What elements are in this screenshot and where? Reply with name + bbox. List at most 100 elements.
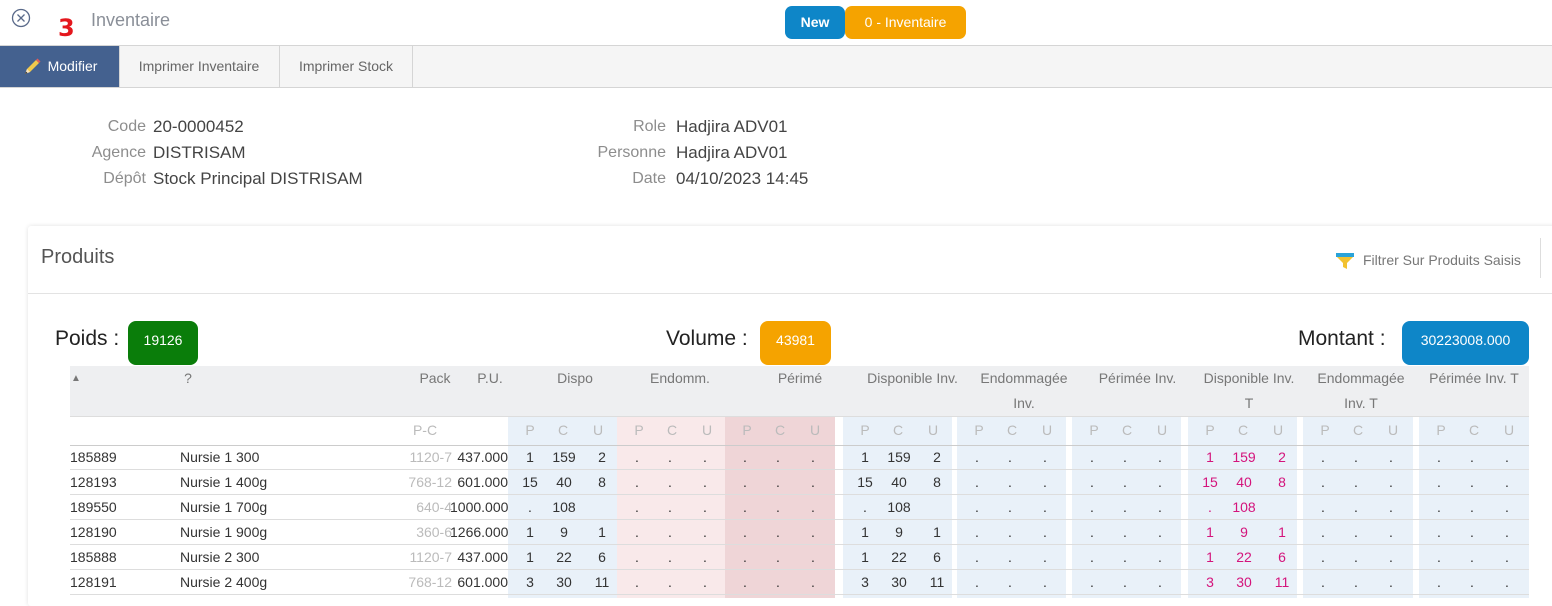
volume-label: Volume : — [666, 327, 748, 350]
table-row[interactable] — [70, 445, 1529, 469]
empty-cell: . — [1090, 574, 1094, 590]
empty-cell: . — [1437, 499, 1441, 515]
empty-cell: . — [1158, 549, 1162, 565]
personne-label: Personne — [597, 144, 667, 161]
agence-label: Agence — [91, 144, 146, 161]
header-peri-inv-t[interactable]: Périmée Inv. T — [1418, 366, 1530, 391]
table-row[interactable] — [70, 470, 1529, 494]
subheader-p: P — [1436, 422, 1446, 438]
empty-cell: . — [1123, 574, 1127, 590]
date-label: Date — [632, 170, 666, 187]
panel-title: Produits — [41, 246, 115, 268]
header-endo-inv[interactable]: Endommagée — [970, 366, 1078, 391]
header-peri-inv[interactable]: Périmée Inv. — [1085, 366, 1190, 391]
table-row[interactable] — [70, 545, 1529, 569]
empty-cell: . — [1158, 474, 1162, 490]
empty-cell: . — [1321, 474, 1325, 490]
empty-cell: . — [975, 449, 979, 465]
row-pu: 601.000 — [457, 474, 508, 490]
row-c: 22 — [891, 549, 907, 565]
filter-label: Filtrer Sur Produits Saisis — [1363, 252, 1521, 268]
imprimer-inventaire-button[interactable]: Imprimer Inventaire — [119, 46, 280, 87]
row-pu: 601.000 — [457, 574, 508, 590]
row-u: 8 — [933, 474, 941, 490]
table-row[interactable] — [70, 495, 1529, 519]
row-p: 3 — [526, 574, 534, 590]
subheader-p: P — [742, 422, 752, 438]
row-pu: 437.000 — [457, 549, 508, 565]
sort-icon[interactable]: ▲ — [70, 366, 82, 391]
row-p: 1 — [1206, 449, 1214, 465]
table-row[interactable] — [70, 570, 1529, 594]
empty-cell: . — [811, 524, 815, 540]
empty-cell: . — [668, 499, 672, 515]
empty-cell: . — [975, 524, 979, 540]
empty-cell: . — [1008, 574, 1012, 590]
header-pu[interactable]: P.U. — [472, 366, 508, 391]
empty-cell: . — [811, 499, 815, 515]
header-endomm[interactable]: Endomm. — [645, 366, 715, 391]
subheader-u: U — [1041, 422, 1053, 438]
row-pack: 1120-7 — [409, 549, 452, 565]
row-p: 3 — [1206, 574, 1214, 590]
empty-cell: . — [1470, 549, 1474, 565]
empty-cell: . — [975, 499, 979, 515]
empty-cell: . — [635, 499, 639, 515]
empty-cell: . — [703, 549, 707, 565]
montant-label: Montant : — [1298, 327, 1386, 350]
imprimer-stock-button[interactable]: Imprimer Stock — [280, 46, 413, 87]
modifier-button[interactable]: Modifier — [0, 46, 120, 87]
empty-cell: . — [1389, 524, 1393, 540]
empty-cell: . — [1090, 449, 1094, 465]
subheader-u: U — [701, 422, 713, 438]
depot-value: Stock Principal DISTRISAM — [153, 169, 363, 188]
header-perime[interactable]: Périmé — [765, 366, 835, 391]
subheader-p: P — [525, 422, 535, 438]
empty-cell: . — [811, 474, 815, 490]
row-p: 1 — [1206, 524, 1214, 540]
empty-cell: . — [1123, 549, 1127, 565]
empty-cell: . — [1389, 499, 1393, 515]
row-c: 22 — [556, 549, 572, 565]
empty-cell: . — [635, 549, 639, 565]
header-designation[interactable]: ? — [178, 366, 198, 391]
row-pack: 1120-7 — [409, 449, 452, 465]
empty-cell: . — [811, 549, 815, 565]
subheader-u: U — [1387, 422, 1399, 438]
row-c: 9 — [895, 524, 903, 540]
row-p: . — [863, 499, 867, 515]
table-row[interactable] — [70, 520, 1529, 544]
row-c: 108 — [552, 499, 576, 515]
row-pu: 437.000 — [457, 449, 508, 465]
poids-label: Poids : — [55, 327, 120, 350]
row-pack: 640-4 — [416, 499, 452, 515]
empty-cell: . — [1470, 474, 1474, 490]
header-endo-inv-t[interactable]: Endommagée — [1306, 366, 1416, 391]
subheader-u: U — [1156, 422, 1168, 438]
empty-cell: . — [1043, 574, 1047, 590]
empty-cell: . — [1354, 449, 1358, 465]
empty-cell: . — [743, 574, 747, 590]
header-dispo[interactable]: Dispo — [540, 366, 610, 391]
empty-cell: . — [743, 549, 747, 565]
row-c: 9 — [1240, 524, 1248, 540]
header-disp-inv-t[interactable]: Disponible Inv. — [1192, 366, 1306, 391]
header-pack[interactable]: Pack — [415, 366, 455, 391]
row-p: 1 — [1206, 549, 1214, 565]
row-p: 15 — [522, 474, 538, 490]
row-pu: 1266.000 — [450, 524, 509, 540]
table-subheader — [70, 416, 1529, 446]
empty-cell: . — [1354, 574, 1358, 590]
subheader-u: U — [809, 422, 821, 438]
header-disp-inv[interactable]: Disponible Inv. — [855, 366, 970, 391]
row-code: 185888 — [70, 549, 117, 565]
row-p: 1 — [861, 549, 869, 565]
empty-cell: . — [811, 574, 815, 590]
row-u: 1 — [598, 524, 606, 540]
empty-cell: . — [1090, 474, 1094, 490]
row-name: Nursie 1 900g — [180, 524, 268, 540]
filter-button[interactable]: Filtrer Sur Produits Saisis — [1335, 250, 1521, 271]
row-pack: 768-12 — [408, 574, 452, 590]
close-icon[interactable] — [11, 8, 31, 28]
row-u: 11 — [1274, 574, 1290, 590]
